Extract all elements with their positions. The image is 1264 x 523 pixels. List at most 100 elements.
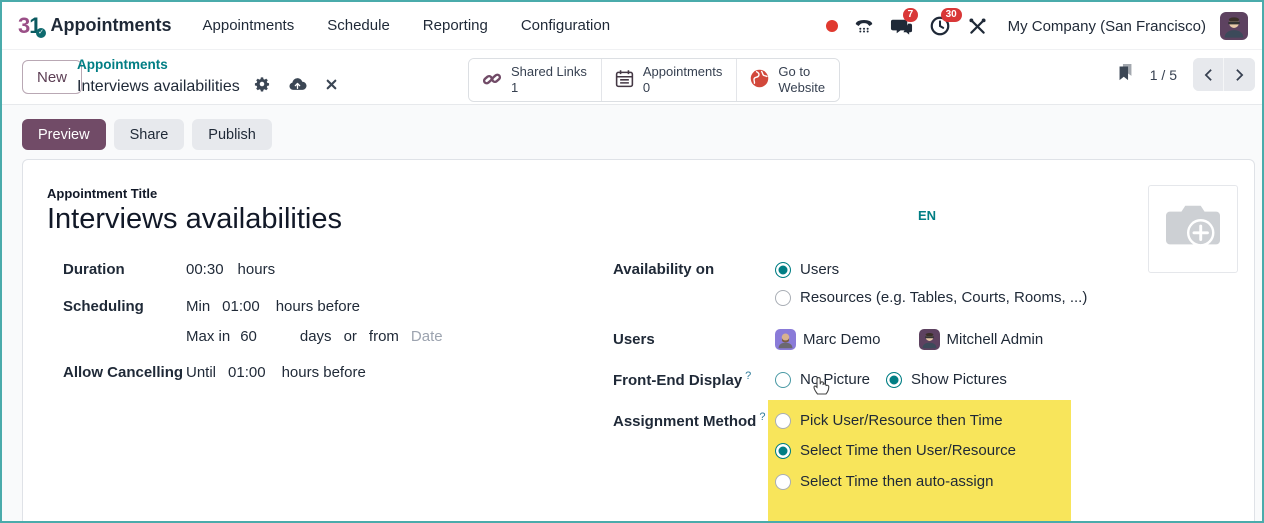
menu-schedule[interactable]: Schedule: [327, 17, 390, 34]
breadcrumb-current: Interviews availabilities: [77, 78, 240, 96]
scheduling-label: Scheduling: [63, 298, 186, 315]
select-time-auto-assign-radio[interactable]: Select Time then auto-assign: [775, 473, 993, 490]
tools-debug-icon[interactable]: [966, 14, 990, 38]
mitchell-admin-avatar: [919, 329, 940, 350]
app-logo[interactable]: 31 ✓ Appointments: [18, 13, 172, 39]
pick-user-then-time-radio[interactable]: Pick User/Resource then Time: [775, 412, 1003, 429]
appointments-count-value: 0: [643, 80, 650, 96]
show-pictures-radio[interactable]: Show Pictures: [886, 371, 1007, 388]
select-time-then-user-row: Select Time then User/Resource: [775, 442, 1016, 459]
cancelling-suffix: hours before: [282, 364, 366, 381]
cancelling-prefix: Until: [186, 364, 216, 381]
bookmark-icon[interactable]: [1117, 63, 1134, 87]
pager-zone: 1 / 5: [1117, 58, 1255, 91]
pager-next-button[interactable]: [1224, 58, 1255, 91]
appointments-count-label: Appointments: [643, 64, 723, 80]
calendar-icon: [614, 68, 635, 92]
breadcrumb-parent-link[interactable]: Appointments: [77, 57, 168, 72]
users-field: Users Marc Demo Mitchell Admin: [613, 329, 1043, 350]
stat-buttons: Shared Links 1 Appointments 0 Go to: [468, 58, 840, 102]
scheduling-min-field: Scheduling Min 01:00 hours before: [63, 298, 360, 315]
go-to-label: Go to: [778, 64, 810, 80]
shared-links-stat-button[interactable]: Shared Links 1: [469, 59, 602, 101]
link-chain-icon: [481, 68, 503, 93]
image-upload-placeholder[interactable]: [1148, 185, 1238, 273]
appointment-title-label: Appointment Title: [47, 186, 157, 201]
assignment-method-text: Assignment Method: [613, 413, 756, 430]
duration-field: Duration 00:30 hours: [63, 261, 275, 278]
radio-selected-icon: [775, 443, 791, 459]
availability-label: Availability on: [613, 261, 775, 278]
front-end-display-label: Front-End Display?: [613, 370, 775, 389]
scheduling-max-unit: days: [300, 328, 332, 345]
shared-links-value: 1: [511, 80, 518, 96]
duration-unit: hours: [238, 261, 276, 278]
settings-gear-icon[interactable]: [254, 76, 270, 97]
availability-users-label: Users: [800, 261, 839, 278]
marc-demo-avatar: [775, 329, 796, 350]
front-end-display-text: Front-End Display: [613, 372, 742, 389]
allow-cancelling-field: Allow Cancelling Until 01:00 hours befor…: [63, 364, 366, 381]
top-navbar: 31 ✓ Appointments Appointments Schedule …: [2, 2, 1262, 50]
marc-demo-name: Marc Demo: [803, 331, 881, 348]
form-sheet: Appointment Title Interviews availabilit…: [22, 159, 1255, 523]
go-to-website-button[interactable]: Go to Website: [737, 59, 839, 101]
radio-selected-icon: [886, 372, 902, 388]
website-label: Website: [778, 80, 825, 96]
menu-appointments[interactable]: Appointments: [203, 17, 295, 34]
mitchell-admin-name: Mitchell Admin: [947, 331, 1044, 348]
scheduling-max-input[interactable]: 60: [240, 328, 257, 345]
radio-unselected-icon: [775, 474, 791, 490]
radio-unselected-icon: [775, 413, 791, 429]
menu-configuration[interactable]: Configuration: [521, 17, 610, 34]
pager-previous-button[interactable]: [1193, 58, 1224, 91]
availability-users-radio[interactable]: Users: [775, 261, 839, 278]
duration-input[interactable]: 00:30: [186, 261, 224, 278]
preview-button[interactable]: Preview: [22, 119, 106, 150]
app-window: 31 ✓ Appointments Appointments Schedule …: [0, 0, 1264, 523]
select-time-auto-assign-row: Select Time then auto-assign: [775, 473, 993, 490]
scheduling-min-suffix: hours before: [276, 298, 360, 315]
assignment-method-help-icon[interactable]: ?: [759, 411, 765, 423]
new-button[interactable]: New: [22, 60, 82, 94]
globe-icon: [749, 68, 770, 92]
publish-button[interactable]: Publish: [192, 119, 272, 150]
logo-digit-3: 3: [18, 13, 29, 38]
scheduling-min-input[interactable]: 01:00: [222, 298, 260, 315]
user-tag-mitchell-admin[interactable]: Mitchell Admin: [919, 329, 1044, 350]
front-end-display-help-icon[interactable]: ?: [745, 370, 751, 382]
user-avatar[interactable]: [1220, 12, 1248, 40]
scheduling-date-input[interactable]: Date: [411, 328, 443, 345]
appointments-logo-icon: 31 ✓: [18, 13, 41, 39]
scheduling-min-prefix: Min: [186, 298, 210, 315]
company-switcher[interactable]: My Company (San Francisco): [1008, 18, 1206, 35]
user-tag-marc-demo[interactable]: Marc Demo: [775, 329, 881, 350]
scheduling-max-field: Max in 60 days or from Date: [63, 328, 443, 345]
availability-resources-radio[interactable]: Resources (e.g. Tables, Courts, Rooms, .…: [775, 289, 1087, 306]
discard-x-icon[interactable]: [325, 78, 338, 96]
breadcrumb: Appointments Interviews availabilities: [77, 56, 338, 97]
activity-badge: 30: [941, 8, 962, 22]
activities-clock-icon[interactable]: 30: [928, 14, 952, 38]
appointments-stat-button[interactable]: Appointments 0: [602, 59, 738, 101]
mouse-cursor-hand-icon: [811, 375, 830, 401]
control-panel: New Appointments Interviews availabiliti…: [2, 50, 1262, 105]
select-time-then-user-label: Select Time then User/Resource: [800, 442, 1016, 459]
phone-icon[interactable]: [852, 14, 876, 38]
appointment-title-input[interactable]: Interviews availabilities: [47, 203, 342, 236]
share-button[interactable]: Share: [114, 119, 185, 150]
app-title[interactable]: Appointments: [51, 15, 172, 36]
save-cloud-upload-icon[interactable]: [288, 76, 307, 97]
cancelling-input[interactable]: 01:00: [228, 364, 266, 381]
front-end-display-field: Front-End Display? No Picture Show Pictu…: [613, 370, 1007, 389]
language-toggle[interactable]: EN: [918, 208, 936, 223]
availability-resources-row: Resources (e.g. Tables, Courts, Rooms, .…: [775, 289, 1087, 306]
discuss-chat-icon[interactable]: 7: [890, 14, 914, 38]
allow-cancelling-label: Allow Cancelling: [63, 364, 186, 381]
menu-reporting[interactable]: Reporting: [423, 17, 488, 34]
scheduling-or-text: or: [344, 328, 357, 345]
camera-plus-icon: [1162, 200, 1224, 259]
select-time-then-user-radio[interactable]: Select Time then User/Resource: [775, 442, 1016, 459]
logo-check-icon: ✓: [36, 28, 46, 38]
select-time-auto-assign-label: Select Time then auto-assign: [800, 473, 993, 490]
